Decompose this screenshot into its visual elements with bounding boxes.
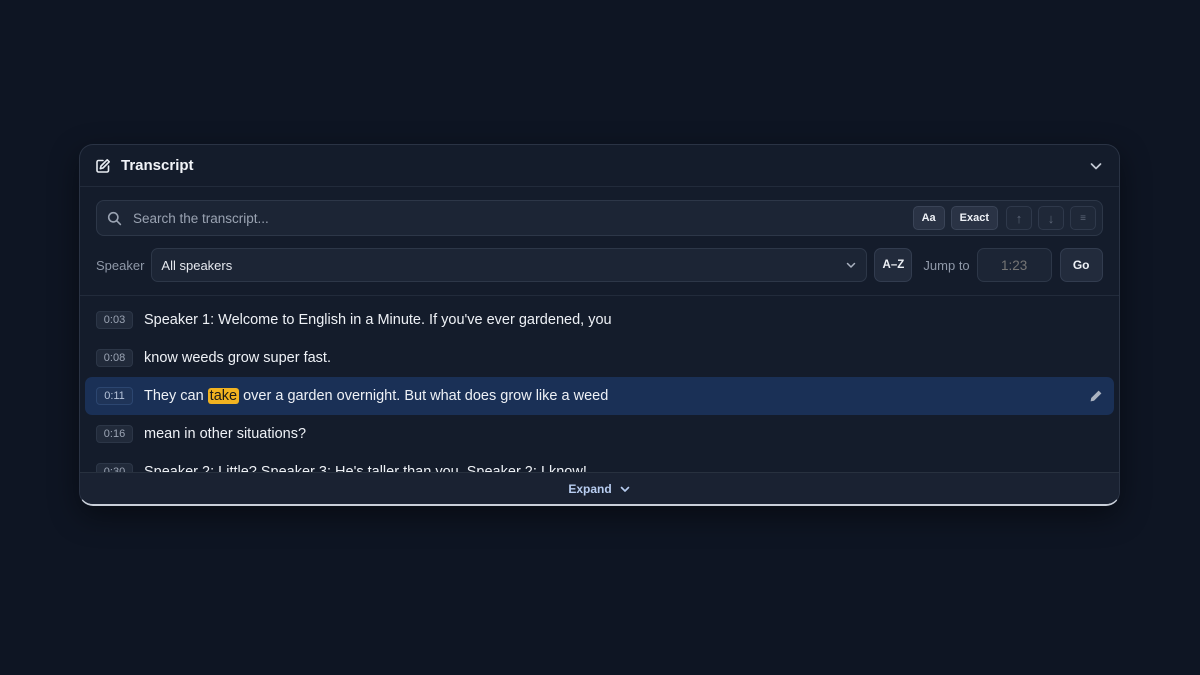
transcript-line[interactable]: 0:03 Speaker 1: Welcome to English in a … [85,301,1114,339]
list-icon: ≡ [1080,212,1086,224]
transcript-panel: Transcript Aa Exact ↑ ↓ [79,144,1120,506]
line-timestamp[interactable]: 0:11 [96,387,133,405]
transcript-line[interactable]: 0:08 know weeds grow super fast. [85,339,1114,377]
previous-match-button[interactable]: ↑ [1006,206,1032,230]
speaker-select[interactable]: All speakers [151,248,868,282]
line-text-segment: They can [144,388,208,404]
line-timestamp[interactable]: 0:03 [96,311,133,329]
match-list-button[interactable]: ≡ [1070,206,1096,230]
chevron-down-icon [619,483,631,495]
collapse-button[interactable] [1087,157,1105,175]
search-highlight: take [207,388,240,404]
expand-label: Expand [568,481,612,496]
transcript-line-active[interactable]: 0:11 They can take over a garden overnig… [85,377,1114,415]
next-match-button[interactable]: ↓ [1038,206,1064,230]
search-bar: Aa Exact ↑ ↓ ≡ [96,200,1103,236]
line-text-segment: over a garden overnight. But what does g… [239,388,609,404]
pencil-icon[interactable] [1089,389,1103,403]
filter-row: Speaker All speakers A–Z Jump to Go [96,247,1103,283]
expand-button[interactable]: Expand [80,472,1119,504]
line-timestamp[interactable]: 0:16 [96,425,133,443]
transcript-header: Transcript [80,145,1119,187]
search-icon [107,211,122,226]
exact-match-button[interactable]: Exact [950,206,998,230]
line-text-segment: Speaker 1: Welcome to English in a Minut… [144,312,612,328]
sort-az-button[interactable]: A–Z [874,248,913,282]
transcript-lines: 0:03 Speaker 1: Welcome to English in a … [80,296,1119,478]
match-case-button[interactable]: Aa [912,206,945,230]
line-text-segment: mean in other situations? [144,426,307,442]
line-text: They can take over a garden overnight. B… [144,388,1089,404]
speaker-select-value: All speakers [161,257,233,273]
line-text: Speaker 1: Welcome to English in a Minut… [144,312,1103,328]
line-timestamp[interactable]: 0:08 [96,349,133,367]
line-text: mean in other situations? [144,426,1103,442]
edit-square-icon [95,158,111,174]
search-input[interactable] [131,209,907,227]
line-text: know weeds grow super fast. [144,350,1103,366]
chevron-down-icon [847,262,856,268]
arrow-down-icon: ↓ [1047,210,1055,226]
arrow-up-icon: ↑ [1015,210,1023,226]
speaker-label: Speaker [96,257,145,273]
chevron-down-icon [1090,162,1102,169]
transcript-controls: Aa Exact ↑ ↓ ≡ Speaker All speakers A–Z … [80,187,1119,283]
line-text-segment: know weeds grow super fast. [144,350,331,366]
go-button[interactable]: Go [1059,248,1103,282]
panel-title: Transcript [121,157,194,174]
jump-to-label: Jump to [923,257,970,273]
transcript-line[interactable]: 0:16 mean in other situations? [85,415,1114,453]
jump-time-input[interactable] [976,248,1052,282]
